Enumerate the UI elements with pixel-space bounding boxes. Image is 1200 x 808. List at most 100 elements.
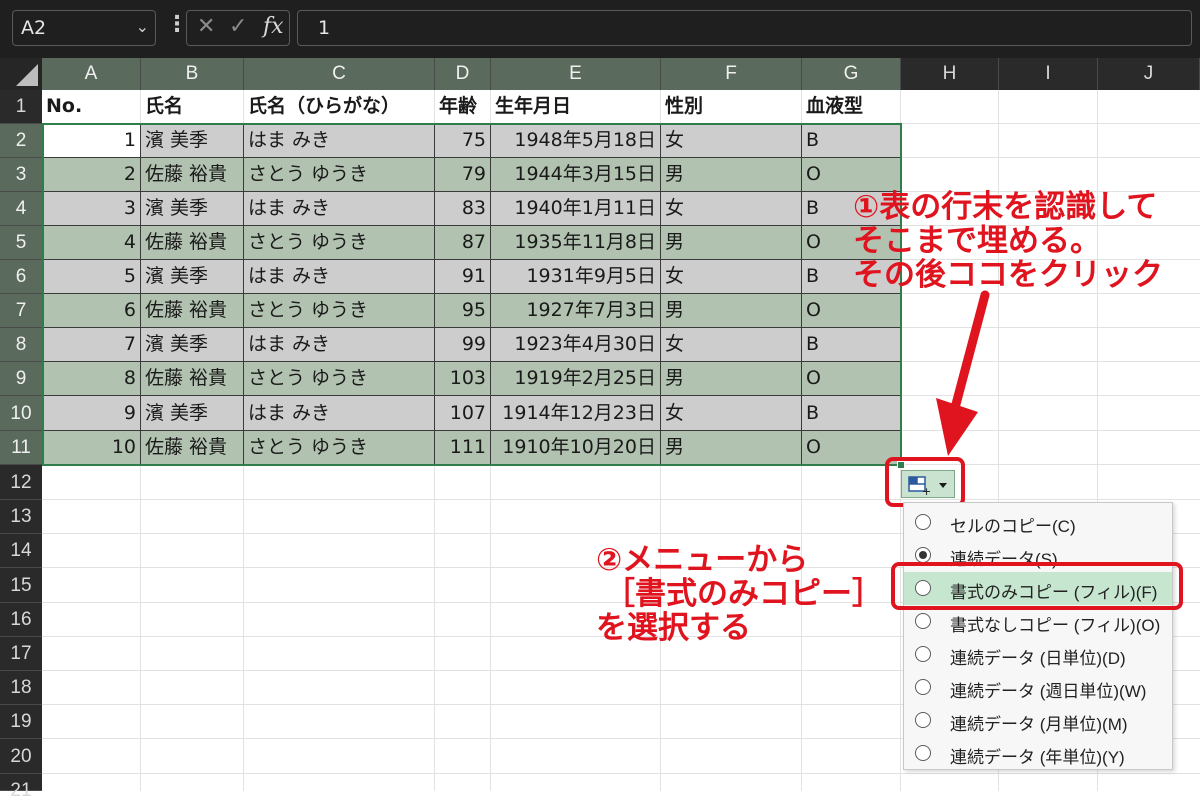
table-cell[interactable]: 8 xyxy=(42,362,141,396)
table-cell[interactable]: 男 xyxy=(661,226,802,260)
table-cell[interactable]: 87 xyxy=(435,226,491,260)
table-cell[interactable]: さとう ゆうき xyxy=(244,226,435,260)
column-header-c[interactable]: C xyxy=(244,58,435,90)
table-cell[interactable]: 佐藤 裕貴 xyxy=(141,158,244,192)
table-cell[interactable]: さとう ゆうき xyxy=(244,158,435,192)
table-cell[interactable]: 佐藤 裕貴 xyxy=(141,431,244,465)
column-header-j[interactable]: J xyxy=(1098,58,1200,90)
row-header-10[interactable]: 10 xyxy=(0,396,42,431)
table-cell[interactable]: 4 xyxy=(42,226,141,260)
row-header-15[interactable]: 15 xyxy=(0,568,42,603)
table-cell[interactable]: O xyxy=(802,362,901,396)
table-cell[interactable]: 濱 美季 xyxy=(141,124,244,158)
table-cell[interactable]: 1944年3月15日 xyxy=(491,158,661,192)
row-header-8[interactable]: 8 xyxy=(0,328,42,362)
table-cell[interactable]: 99 xyxy=(435,328,491,362)
header-cell[interactable]: 血液型 xyxy=(802,90,901,124)
table-cell[interactable]: 79 xyxy=(435,158,491,192)
header-cell[interactable]: 生年月日 xyxy=(491,90,661,124)
table-cell[interactable]: 107 xyxy=(435,396,491,431)
table-cell[interactable]: 6 xyxy=(42,294,141,328)
table-cell[interactable]: 男 xyxy=(661,158,802,192)
select-all-button[interactable] xyxy=(0,58,42,90)
header-cell[interactable]: 氏名 xyxy=(141,90,244,124)
chevron-down-icon[interactable]: ⌄ xyxy=(136,17,149,36)
table-cell[interactable]: はま みき xyxy=(244,192,435,226)
table-cell[interactable]: さとう ゆうき xyxy=(244,362,435,396)
formula-input[interactable]: 1 xyxy=(297,10,1192,46)
row-header-9[interactable]: 9 xyxy=(0,362,42,396)
table-cell[interactable]: 濱 美季 xyxy=(141,260,244,294)
row-header-6[interactable]: 6 xyxy=(0,260,42,294)
row-header-12[interactable]: 12 xyxy=(0,465,42,500)
column-header-h[interactable]: H xyxy=(901,58,999,90)
row-header-20[interactable]: 20 xyxy=(0,739,42,774)
row-header-21[interactable]: 21 xyxy=(0,774,42,801)
menu-item-6[interactable]: 連続データ (月単位)(M) xyxy=(904,704,1172,737)
table-cell[interactable]: B xyxy=(802,328,901,362)
table-cell[interactable]: 女 xyxy=(661,192,802,226)
table-cell[interactable]: 75 xyxy=(435,124,491,158)
menu-item-7[interactable]: 連続データ (年単位)(Y) xyxy=(904,737,1172,770)
row-header-17[interactable]: 17 xyxy=(0,637,42,671)
table-cell[interactable]: 10 xyxy=(42,431,141,465)
menu-item-4[interactable]: 連続データ (日単位)(D) xyxy=(904,638,1172,671)
enter-icon[interactable]: ✓ xyxy=(229,14,247,39)
table-cell[interactable]: 佐藤 裕貴 xyxy=(141,294,244,328)
table-cell[interactable]: 5 xyxy=(42,260,141,294)
menu-item-5[interactable]: 連続データ (週日単位)(W) xyxy=(904,671,1172,704)
table-cell[interactable]: 男 xyxy=(661,294,802,328)
table-cell[interactable]: はま みき xyxy=(244,328,435,362)
row-header-16[interactable]: 16 xyxy=(0,603,42,637)
table-cell[interactable]: B xyxy=(802,124,901,158)
table-cell[interactable]: 7 xyxy=(42,328,141,362)
row-header-11[interactable]: 11 xyxy=(0,431,42,465)
table-cell[interactable]: 1919年2月25日 xyxy=(491,362,661,396)
table-cell[interactable]: 95 xyxy=(435,294,491,328)
name-box[interactable]: A2 ⌄ xyxy=(12,10,156,46)
header-cell[interactable]: 性別 xyxy=(661,90,802,124)
column-header-a[interactable]: A xyxy=(42,58,141,90)
table-cell[interactable]: 男 xyxy=(661,431,802,465)
table-cell[interactable]: 佐藤 裕貴 xyxy=(141,226,244,260)
table-cell[interactable]: O xyxy=(802,294,901,328)
table-cell[interactable]: さとう ゆうき xyxy=(244,294,435,328)
table-cell[interactable]: 女 xyxy=(661,260,802,294)
header-cell[interactable]: 年齢 xyxy=(435,90,491,124)
table-cell[interactable]: 83 xyxy=(435,192,491,226)
table-cell[interactable]: 女 xyxy=(661,124,802,158)
row-header-1[interactable]: 1 xyxy=(0,90,42,124)
table-cell[interactable]: B xyxy=(802,396,901,431)
table-cell[interactable]: はま みき xyxy=(244,260,435,294)
table-cell[interactable]: 1910年10月20日 xyxy=(491,431,661,465)
table-cell[interactable]: 3 xyxy=(42,192,141,226)
table-cell[interactable]: 濱 美季 xyxy=(141,192,244,226)
table-cell[interactable]: O xyxy=(802,158,901,192)
table-cell[interactable]: 1927年7月3日 xyxy=(491,294,661,328)
row-header-14[interactable]: 14 xyxy=(0,534,42,568)
table-cell[interactable]: 111 xyxy=(435,431,491,465)
table-cell[interactable]: 9 xyxy=(42,396,141,431)
table-cell[interactable]: 濱 美季 xyxy=(141,328,244,362)
table-cell[interactable]: 1935年11月8日 xyxy=(491,226,661,260)
column-header-g[interactable]: G xyxy=(802,58,901,90)
table-cell[interactable]: 1923年4月30日 xyxy=(491,328,661,362)
table-cell[interactable]: 女 xyxy=(661,328,802,362)
row-header-7[interactable]: 7 xyxy=(0,294,42,328)
table-cell[interactable]: 佐藤 裕貴 xyxy=(141,362,244,396)
column-header-e[interactable]: E xyxy=(491,58,661,90)
cancel-icon[interactable]: ✕ xyxy=(197,14,215,39)
row-header-18[interactable]: 18 xyxy=(0,671,42,705)
table-cell[interactable]: 1914年12月23日 xyxy=(491,396,661,431)
table-cell[interactable]: 1948年5月18日 xyxy=(491,124,661,158)
table-cell[interactable]: 2 xyxy=(42,158,141,192)
table-cell[interactable]: 1940年1月11日 xyxy=(491,192,661,226)
table-cell[interactable]: さとう ゆうき xyxy=(244,431,435,465)
table-cell[interactable]: 濱 美季 xyxy=(141,396,244,431)
header-cell[interactable]: 氏名（ひらがな） xyxy=(244,90,435,124)
row-header-4[interactable]: 4 xyxy=(0,192,42,226)
menu-item-0[interactable]: セルのコピー(C) xyxy=(904,506,1172,539)
column-header-i[interactable]: I xyxy=(999,58,1098,90)
row-header-3[interactable]: 3 xyxy=(0,158,42,192)
table-cell[interactable]: 1 xyxy=(42,124,141,158)
